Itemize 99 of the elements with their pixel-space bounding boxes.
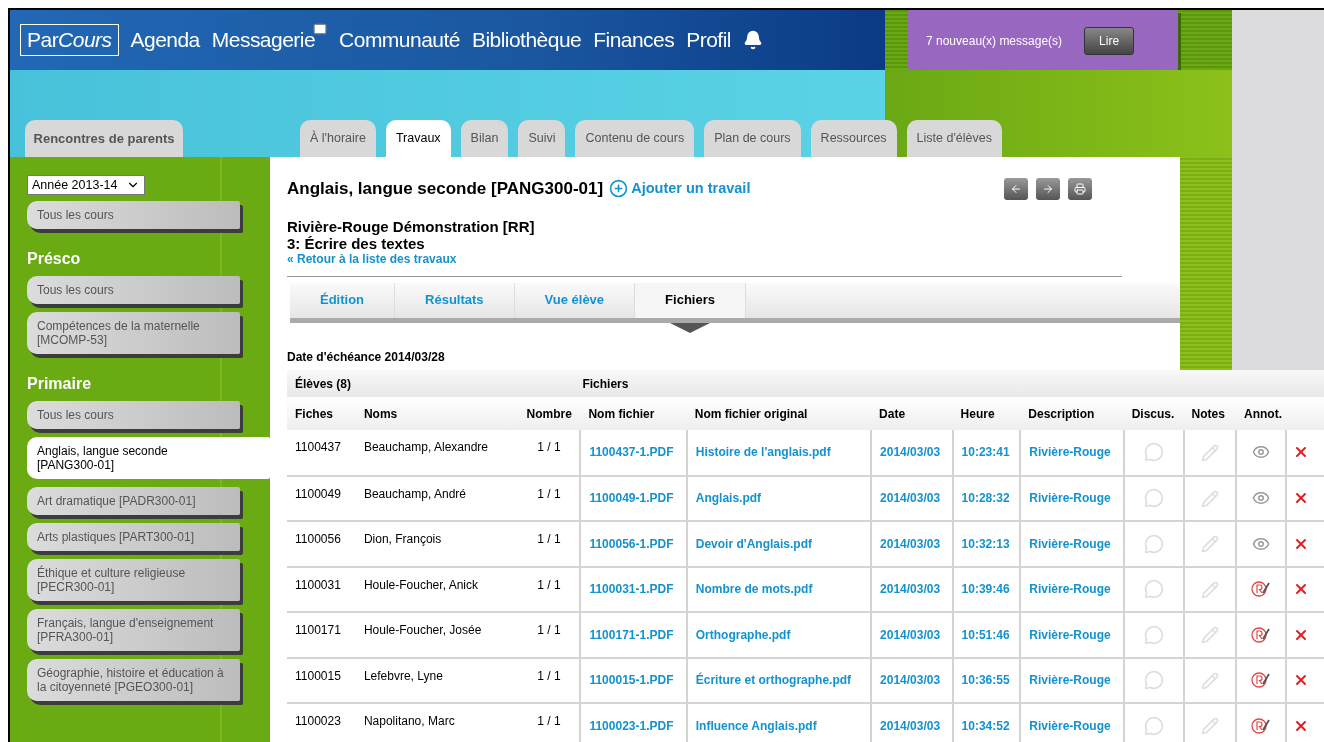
file-link[interactable]: Rivière-Rouge bbox=[1029, 718, 1111, 733]
file-link[interactable]: Écriture et orthographe.pdf bbox=[695, 673, 852, 688]
file-link[interactable]: Rivière-Rouge bbox=[1029, 627, 1111, 642]
table-cell: 1 / 1 bbox=[537, 440, 561, 454]
table-cell: 1 / 1 bbox=[537, 532, 561, 546]
file-link[interactable]: Nombre de mots.pdf bbox=[695, 582, 813, 597]
column-header: Description bbox=[1020, 397, 1124, 430]
subtab[interactable]: Résultats bbox=[395, 282, 515, 318]
file-link[interactable]: 2014/03/03 bbox=[880, 491, 941, 506]
file-link[interactable]: Rivière-Rouge bbox=[1029, 491, 1111, 506]
file-link[interactable]: 10:28:32 bbox=[961, 491, 1010, 506]
section-heading: Primaire bbox=[27, 374, 93, 394]
nav-link[interactable]: Profil bbox=[686, 26, 731, 54]
file-link[interactable]: 1100023-1.PDF bbox=[589, 718, 674, 733]
file-link[interactable]: Rivière-Rouge bbox=[1029, 673, 1111, 688]
file-link[interactable]: 2014/03/03 bbox=[880, 673, 941, 688]
file-link[interactable]: Rivière-Rouge bbox=[1029, 445, 1111, 460]
file-link[interactable]: 1100049-1.PDF bbox=[589, 491, 674, 506]
file-link[interactable]: Devoir d'Anglais.pdf bbox=[695, 536, 812, 551]
file-link[interactable]: 10:32:13 bbox=[961, 536, 1010, 551]
table-cell: Lefebvre, Lyne bbox=[363, 668, 443, 683]
tab[interactable]: Rencontres de parents bbox=[25, 120, 183, 157]
file-link[interactable]: Influence Anglais.pdf bbox=[695, 718, 817, 733]
file-link[interactable]: 10:34:52 bbox=[961, 718, 1010, 733]
file-link[interactable]: 2014/03/03 bbox=[880, 445, 941, 460]
column-header: Nom fichier original bbox=[686, 397, 872, 430]
column-header: Discus. bbox=[1123, 397, 1184, 430]
group-heading: Élèves (8) bbox=[287, 370, 581, 397]
due-date: Date d'échéance 2014/03/28 bbox=[287, 348, 446, 366]
column-header: Annot. bbox=[1236, 397, 1324, 430]
nav-link[interactable]: Communauté bbox=[339, 26, 460, 54]
file-link[interactable]: 1100171-1.PDF bbox=[589, 627, 674, 642]
table-cell: 1100437 bbox=[295, 440, 341, 454]
file-link[interactable]: Orthographe.pdf bbox=[695, 627, 791, 642]
tab[interactable]: Liste d'élèves bbox=[906, 120, 1002, 157]
file-link[interactable]: 10:36:55 bbox=[961, 673, 1010, 688]
column-header: Nombre bbox=[518, 397, 581, 430]
column-header: Noms bbox=[355, 397, 519, 430]
school-name: Rivière-Rouge Démonstration [RR] bbox=[287, 217, 536, 235]
file-link[interactable]: Rivière-Rouge bbox=[1029, 536, 1111, 551]
file-link[interactable]: 1100056-1.PDF bbox=[589, 536, 674, 551]
column-header: Notes bbox=[1183, 397, 1236, 430]
table-cell: 1100023 bbox=[295, 714, 341, 728]
tab[interactable]: Suivi bbox=[518, 120, 566, 157]
file-link[interactable]: 2014/03/03 bbox=[880, 536, 941, 551]
file-link[interactable]: 10:51:46 bbox=[961, 627, 1010, 642]
section-heading: Présco bbox=[27, 249, 82, 269]
tab[interactable]: À l'horaire bbox=[300, 120, 376, 157]
table-cell: Houle-Foucher, Josée bbox=[363, 623, 482, 637]
table-cell: 1 / 1 bbox=[537, 577, 561, 592]
nav-link[interactable]: Agenda bbox=[130, 26, 200, 54]
file-link[interactable]: 1100437-1.PDF bbox=[589, 445, 674, 460]
file-link[interactable]: 10:39:46 bbox=[961, 582, 1010, 597]
add-assignment-link[interactable]: Ajouter un travail bbox=[609, 177, 751, 200]
file-link[interactable]: Anglais.pdf bbox=[695, 491, 762, 506]
file-link[interactable]: 2014/03/03 bbox=[880, 627, 941, 642]
logo[interactable]: ParCours bbox=[20, 24, 119, 56]
table-cell: 1100015 bbox=[295, 668, 341, 683]
back-link[interactable]: « Retour à la liste des travaux bbox=[287, 251, 457, 266]
table-cell: Dion, François bbox=[363, 532, 442, 546]
table-cell: Napolitano, Marc bbox=[363, 714, 455, 728]
file-link[interactable]: Histoire de l'anglais.pdf bbox=[695, 445, 831, 460]
table-cell: 1 / 1 bbox=[537, 668, 561, 683]
course-item[interactable]: Anglais, langue seconde [PANG300-01] bbox=[27, 437, 270, 479]
table-cell: 1100171 bbox=[295, 623, 341, 637]
tab[interactable]: Plan de cours bbox=[704, 120, 801, 157]
assignment-title: 3: Écrire des textes bbox=[287, 234, 426, 252]
tab[interactable]: Bilan bbox=[460, 120, 509, 157]
table-cell: 1 / 1 bbox=[537, 714, 561, 728]
file-link[interactable]: 1100015-1.PDF bbox=[589, 673, 674, 688]
tab[interactable]: Contenu de cours bbox=[575, 120, 695, 157]
nav-link[interactable]: Messagerie bbox=[211, 26, 316, 54]
file-link[interactable]: 2014/03/03 bbox=[880, 582, 941, 597]
tab[interactable]: Ressources bbox=[810, 120, 897, 157]
table-cell: 1 / 1 bbox=[537, 486, 561, 501]
read-button[interactable]: Lire bbox=[1084, 27, 1135, 55]
group-heading: Fichiers bbox=[580, 370, 1324, 397]
table-cell: 1100049 bbox=[295, 486, 341, 501]
column-header: Fiches bbox=[287, 397, 356, 430]
subtab[interactable]: Édition bbox=[290, 282, 396, 318]
table-cell: Houle-Foucher, Anick bbox=[363, 577, 478, 592]
table-cell: 1100031 bbox=[295, 577, 341, 592]
column-header: Nom fichier bbox=[580, 397, 687, 430]
table-cell: Beauchamp, André bbox=[363, 486, 466, 501]
nav-link[interactable]: Bibliothèque bbox=[471, 26, 582, 54]
message-count: 7 nouveau(x) message(s) bbox=[926, 33, 1063, 50]
file-link[interactable]: 10:23:41 bbox=[961, 445, 1010, 460]
tab[interactable]: Travaux bbox=[385, 120, 451, 157]
table-cell: 1100056 bbox=[295, 532, 341, 546]
column-header: Date bbox=[871, 397, 953, 430]
table-cell: Beauchamp, Alexandre bbox=[363, 440, 488, 454]
table-cell: 1 / 1 bbox=[537, 623, 561, 637]
nav-link[interactable]: Finances bbox=[593, 26, 675, 54]
year-select[interactable]: Année 2013-14 bbox=[27, 175, 145, 195]
course-title: Anglais, langue seconde [PANG300-01] bbox=[287, 178, 604, 200]
file-link[interactable]: 2014/03/03 bbox=[880, 718, 941, 733]
file-link[interactable]: Rivière-Rouge bbox=[1029, 582, 1111, 597]
column-header: Heure bbox=[952, 397, 1021, 430]
file-link[interactable]: 1100031-1.PDF bbox=[589, 582, 674, 597]
